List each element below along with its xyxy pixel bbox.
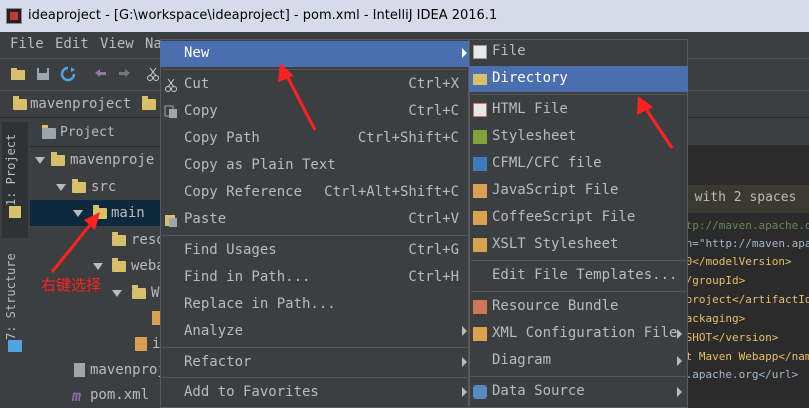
annotation-arrow-main [50,212,100,273]
annotation-layer [50,63,674,273]
annotation-text: 右键选择 [41,276,102,294]
annotation-arrow-directory [637,96,674,149]
annotation-arrow-new [278,63,317,131]
